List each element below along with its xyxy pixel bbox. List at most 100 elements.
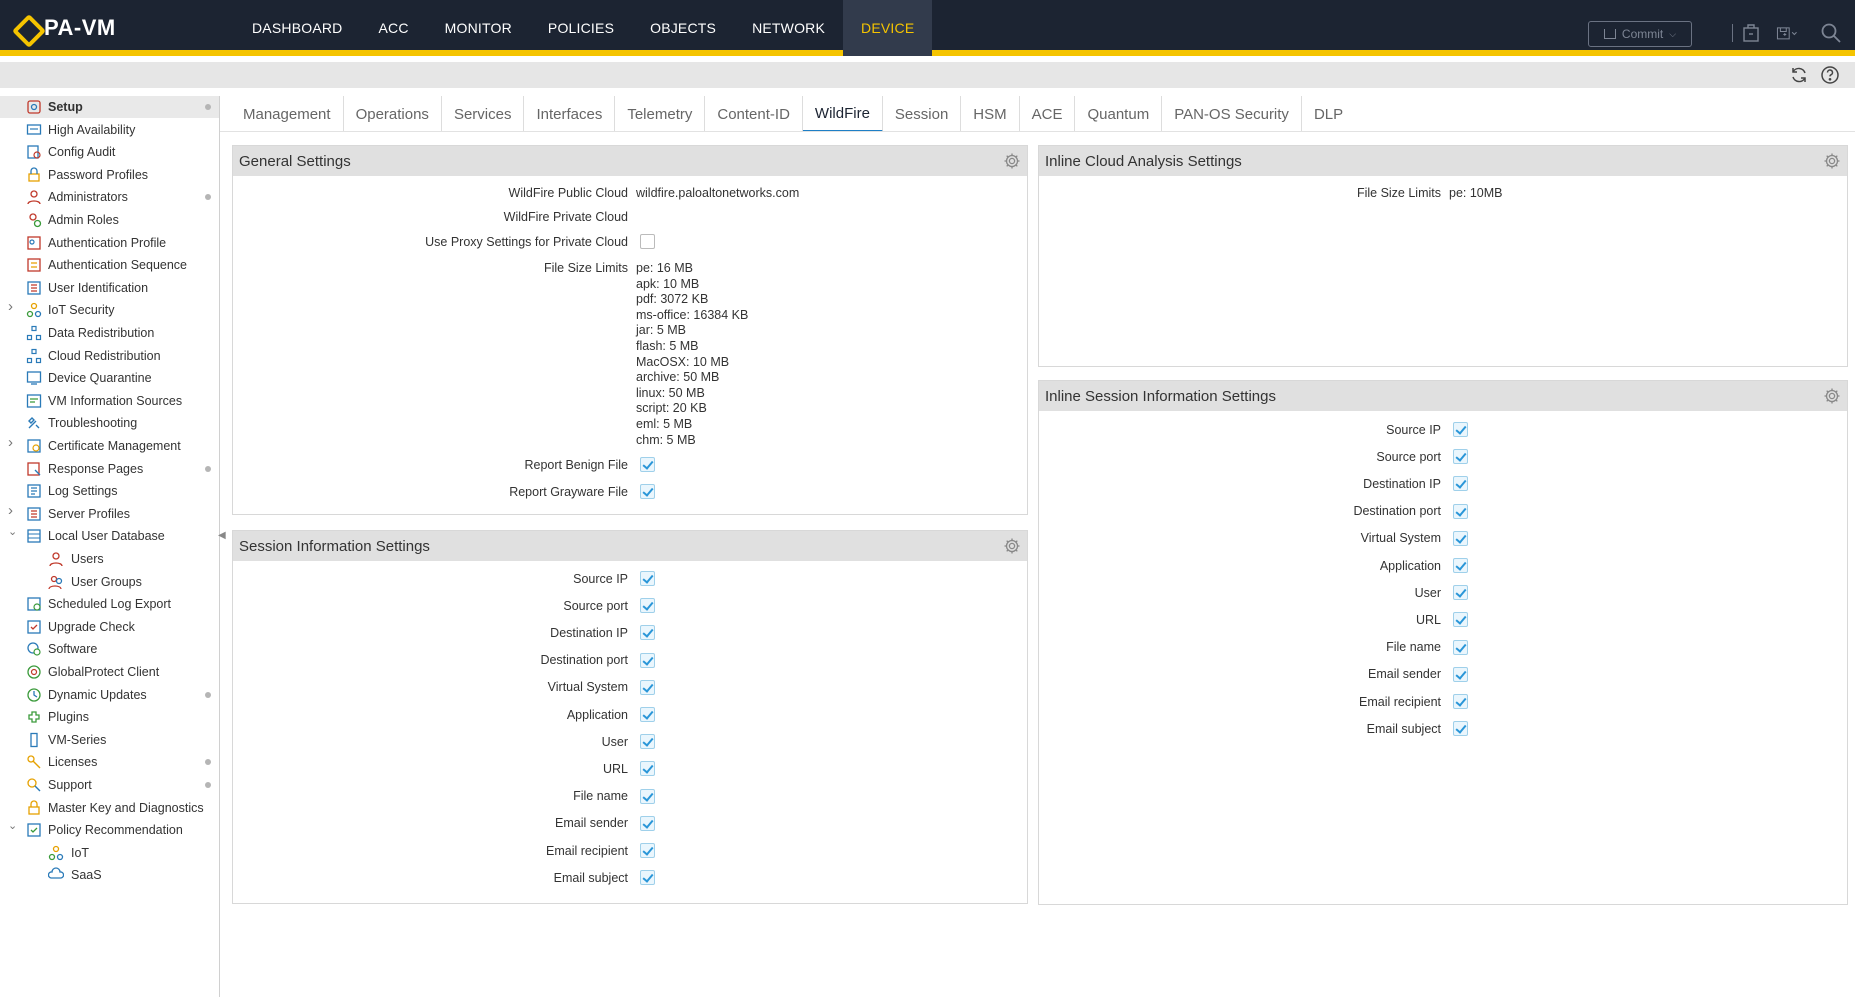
sidebar-item-password-profiles[interactable]: Password Profiles: [0, 164, 219, 186]
sidebar-item-troubleshooting[interactable]: Troubleshooting: [0, 412, 219, 434]
tab-ace[interactable]: ACE: [1020, 96, 1076, 132]
field-checkbox[interactable]: [640, 788, 655, 804]
tab-management[interactable]: Management: [231, 96, 344, 132]
sidebar-item-certificate-management[interactable]: › Certificate Management: [0, 435, 219, 457]
field-checkbox[interactable]: [1453, 476, 1468, 492]
field-checkbox[interactable]: [1453, 422, 1468, 437]
field-checkbox[interactable]: [640, 707, 655, 722]
nav-policies[interactable]: POLICIES: [530, 0, 632, 56]
public-cloud-value[interactable]: wildfire.paloaltonetworks.com: [636, 186, 799, 200]
field-checkbox[interactable]: [1453, 530, 1468, 546]
sidebar-item-response-pages[interactable]: Response Pages: [0, 458, 219, 480]
sidebar-item-saas[interactable]: SaaS: [0, 864, 219, 886]
tab-quantum[interactable]: Quantum: [1075, 96, 1163, 132]
sidebar-item-vm-information-sources[interactable]: VM Information Sources: [0, 390, 219, 412]
gear-icon[interactable]: [1823, 152, 1841, 170]
field-checkbox[interactable]: [640, 815, 655, 831]
inline-file-size-value[interactable]: pe: 10MB: [1449, 186, 1503, 200]
gear-icon[interactable]: [1823, 387, 1841, 405]
sidebar-item-user-identification[interactable]: User Identification: [0, 277, 219, 299]
sidebar-item-setup[interactable]: Setup: [0, 96, 219, 118]
tab-hsm[interactable]: HSM: [961, 96, 1020, 132]
sidebar-item-master-key-and-diagnostics[interactable]: Master Key and Diagnostics: [0, 797, 219, 819]
tab-operations[interactable]: Operations: [344, 96, 442, 132]
field-checkbox[interactable]: [1453, 694, 1468, 709]
field-checkbox[interactable]: [1453, 721, 1468, 737]
nav-device[interactable]: DEVICE: [843, 0, 933, 56]
tab-telemetry[interactable]: Telemetry: [615, 96, 706, 132]
sidebar-item-support[interactable]: Support: [0, 774, 219, 796]
tab-services[interactable]: Services: [442, 96, 525, 132]
sidebar-item-authentication-sequence[interactable]: Authentication Sequence: [0, 254, 219, 276]
sidebar-item-admin-roles[interactable]: Admin Roles: [0, 209, 219, 231]
sidebar-item-log-settings[interactable]: Log Settings: [0, 480, 219, 502]
field-checkbox[interactable]: [640, 652, 655, 668]
field-checkbox[interactable]: [1453, 449, 1468, 465]
tab-pan-os-security[interactable]: PAN-OS Security: [1162, 96, 1302, 132]
sidebar-item-iot-security[interactable]: › IoT Security: [0, 299, 219, 321]
lock-config-icon[interactable]: [1740, 22, 1762, 44]
chevron-right-icon[interactable]: ›: [8, 435, 18, 450]
help-icon[interactable]: [1820, 65, 1840, 85]
refresh-icon[interactable]: [1789, 65, 1809, 85]
sidebar-item-high-availability[interactable]: High Availability: [0, 119, 219, 141]
tab-dlp[interactable]: DLP: [1302, 96, 1355, 132]
sidebar-item-cloud-redistribution[interactable]: Cloud Redistribution: [0, 345, 219, 367]
field-checkbox[interactable]: [640, 625, 655, 641]
field-checkbox[interactable]: [640, 870, 655, 886]
sidebar-item-licenses[interactable]: Licenses: [0, 751, 219, 773]
file-size-limits-list[interactable]: pe: 16 MB apk: 10 MB pdf: 3072 KB ms-office…: [636, 261, 748, 448]
nav-acc[interactable]: ACC: [360, 0, 426, 56]
app-logo[interactable]: PA-VM: [14, 14, 116, 42]
chevron-right-icon[interactable]: ›: [8, 503, 18, 518]
chevron-down-icon[interactable]: ⌄: [8, 821, 18, 832]
sidebar-item-user-groups[interactable]: User Groups: [0, 571, 219, 593]
tab-content-id[interactable]: Content-ID: [705, 96, 803, 132]
field-checkbox[interactable]: [1453, 639, 1468, 655]
field-checkbox[interactable]: [1453, 503, 1468, 519]
field-checkbox[interactable]: [640, 734, 655, 750]
sidebar-item-policy-recommendation[interactable]: ⌄ Policy Recommendation: [0, 819, 219, 841]
sidebar-item-data-redistribution[interactable]: Data Redistribution: [0, 322, 219, 344]
sidebar-item-users[interactable]: Users: [0, 548, 219, 570]
report-grayware-checkbox[interactable]: [640, 484, 655, 499]
sidebar-item-plugins[interactable]: Plugins: [0, 706, 219, 728]
sidebar-item-software[interactable]: Software: [0, 638, 219, 660]
nav-monitor[interactable]: MONITOR: [427, 0, 530, 56]
sidebar-item-config-audit[interactable]: Config Audit: [0, 141, 219, 163]
sidebar-item-globalprotect-client[interactable]: GlobalProtect Client: [0, 661, 219, 683]
sidebar-item-authentication-profile[interactable]: Authentication Profile: [0, 232, 219, 254]
gear-icon[interactable]: [1003, 537, 1021, 555]
sidebar-item-device-quarantine[interactable]: Device Quarantine: [0, 367, 219, 389]
field-checkbox[interactable]: [1453, 612, 1468, 628]
field-checkbox[interactable]: [640, 571, 655, 586]
sidebar-item-local-user-database[interactable]: ⌄ Local User Database: [0, 525, 219, 547]
chevron-right-icon[interactable]: ›: [8, 299, 18, 314]
sidebar-item-server-profiles[interactable]: › Server Profiles: [0, 503, 219, 525]
field-checkbox[interactable]: [640, 761, 655, 777]
field-checkbox[interactable]: [1453, 558, 1468, 573]
field-checkbox[interactable]: [640, 843, 655, 858]
proxy-checkbox[interactable]: [640, 234, 655, 249]
sidebar-item-scheduled-log-export[interactable]: Scheduled Log Export: [0, 593, 219, 615]
nav-dashboard[interactable]: DASHBOARD: [234, 0, 360, 56]
sidebar-item-upgrade-check[interactable]: Upgrade Check: [0, 616, 219, 638]
field-checkbox[interactable]: [1453, 666, 1468, 682]
search-icon[interactable]: [1820, 22, 1842, 44]
chevron-down-icon[interactable]: ⌄: [8, 527, 18, 538]
sidebar-collapse-handle[interactable]: ◀: [218, 530, 226, 560]
tab-session[interactable]: Session: [883, 96, 962, 132]
field-checkbox[interactable]: [1453, 585, 1468, 601]
tab-interfaces[interactable]: Interfaces: [524, 96, 616, 132]
sidebar-item-iot[interactable]: IoT: [0, 842, 219, 864]
sidebar-item-vm-series[interactable]: VM-Series: [0, 729, 219, 751]
nav-network[interactable]: NETWORK: [734, 0, 843, 56]
field-checkbox[interactable]: [640, 598, 655, 614]
sidebar-item-dynamic-updates[interactable]: Dynamic Updates: [0, 684, 219, 706]
tab-wildfire[interactable]: WildFire: [802, 96, 883, 132]
commit-button[interactable]: Commit ⌵: [1588, 21, 1692, 47]
sidebar-item-administrators[interactable]: Administrators: [0, 186, 219, 208]
report-benign-checkbox[interactable]: [640, 457, 655, 472]
field-checkbox[interactable]: [640, 679, 655, 695]
nav-objects[interactable]: OBJECTS: [632, 0, 734, 56]
